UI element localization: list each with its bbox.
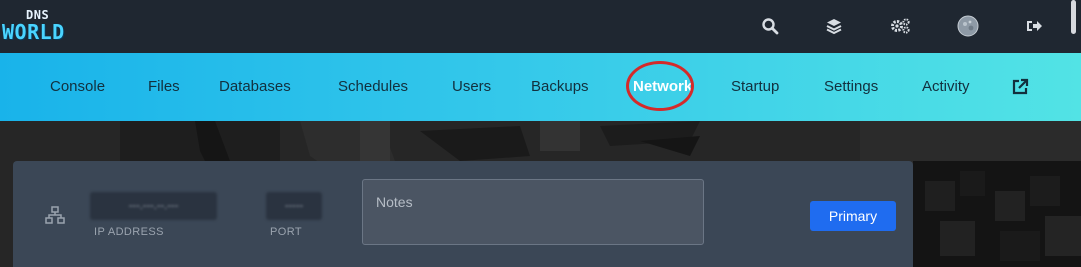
nav-console[interactable]: Console [50,53,105,121]
notes-field[interactable] [362,179,704,245]
sub-navigation: Console Files Databases Schedules Users … [0,53,1081,121]
top-bar: DNS WORLD [0,0,1081,53]
nav-backups[interactable]: Backups [531,53,589,121]
nav-activity[interactable]: Activity [922,53,970,121]
logo[interactable]: DNS WORLD [2,8,92,44]
avatar[interactable] [956,14,980,38]
logo-main-text: WORLD [2,20,65,44]
nav-databases[interactable]: Databases [219,53,291,121]
nav-schedules[interactable]: Schedules [338,53,408,121]
cogs-icon[interactable] [888,14,912,38]
nav-network[interactable]: Network [633,53,692,121]
nav-startup[interactable]: Startup [731,53,779,121]
external-link-icon[interactable] [1011,78,1029,96]
network-icon [45,205,65,225]
nav-settings[interactable]: Settings [824,53,878,121]
logout-icon[interactable] [1022,14,1046,38]
ip-address-label: IP ADDRESS [94,226,164,238]
search-icon[interactable] [758,14,782,38]
nav-users[interactable]: Users [452,53,491,121]
primary-button[interactable]: Primary [810,201,896,231]
port-value: ----- [266,192,322,220]
scrollbar-thumb[interactable] [1071,0,1076,34]
ip-address-value: ---.---.--.--- [90,192,217,220]
port-label: PORT [270,226,302,238]
layers-icon[interactable] [822,14,846,38]
nav-files[interactable]: Files [148,53,180,121]
